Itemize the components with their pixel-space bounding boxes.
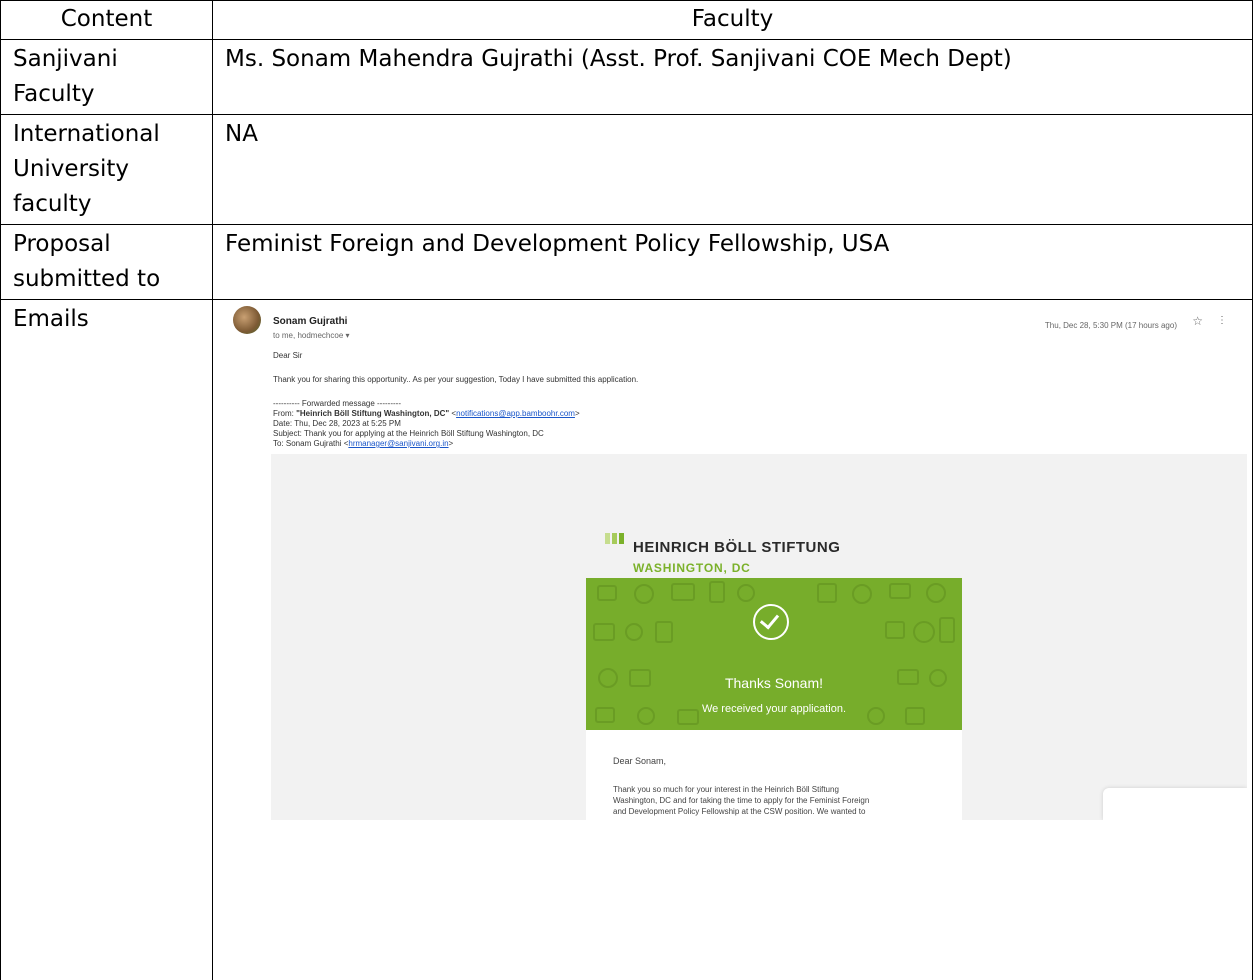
chevron-down-icon: ▾: [345, 331, 350, 340]
row-label: Sanjivani Faculty: [0, 39, 213, 115]
table-header-row: Content Faculty: [0, 0, 1253, 40]
row-label: International University faculty: [0, 114, 213, 225]
row-value: Feminist Foreign and Development Policy …: [212, 224, 1253, 300]
row-value: NA: [212, 114, 1253, 225]
email-screenshot: Sonam Gujrathi to me, hodmechcoe ▾ Thu, …: [227, 300, 1247, 820]
row-value: Ms. Sonam Mahendra Gujrathi (Asst. Prof.…: [212, 39, 1253, 115]
body-line: and Development Policy Fellowship at the…: [613, 807, 866, 816]
content-table: Content Faculty Sanjivani Faculty Ms. So…: [0, 0, 1253, 980]
table-row: Sanjivani Faculty Ms. Sonam Mahendra Guj…: [0, 39, 1253, 115]
row-label: Proposal submitted to: [0, 224, 213, 300]
more-icon: ⋮: [1217, 315, 1227, 326]
row-label: Emails: [0, 299, 213, 980]
table-row: International University faculty NA: [0, 114, 1253, 225]
logo-bars-icon: [605, 533, 624, 544]
table-row: Proposal submitted to Feminist Foreign a…: [0, 224, 1253, 300]
checkmark-icon: [753, 604, 789, 640]
side-widget: [1103, 788, 1247, 820]
email-body: Dear Sonam, Thank you so much for your i…: [586, 730, 962, 820]
to-email-link[interactable]: hrmanager@sanjivani.org.in: [348, 439, 448, 448]
banner-subtitle: We received your application.: [701, 703, 847, 715]
emails-cell: Sonam Gujrathi to me, hodmechcoe ▾ Thu, …: [212, 299, 1253, 980]
star-icon: ☆: [1192, 314, 1203, 328]
avatar: [233, 306, 261, 334]
table-row: Emails Sonam Gujrathi to me, hodmechcoe …: [0, 299, 1253, 980]
header-content: Content: [0, 0, 213, 40]
confirmation-banner: Thanks Sonam! We received your applicati…: [586, 578, 962, 730]
to-label: To: Sonam Gujrathi: [273, 439, 344, 448]
header-faculty: Faculty: [212, 0, 1253, 40]
email-timestamp: Thu, Dec 28, 5:30 PM (17 hours ago): [1044, 321, 1177, 330]
